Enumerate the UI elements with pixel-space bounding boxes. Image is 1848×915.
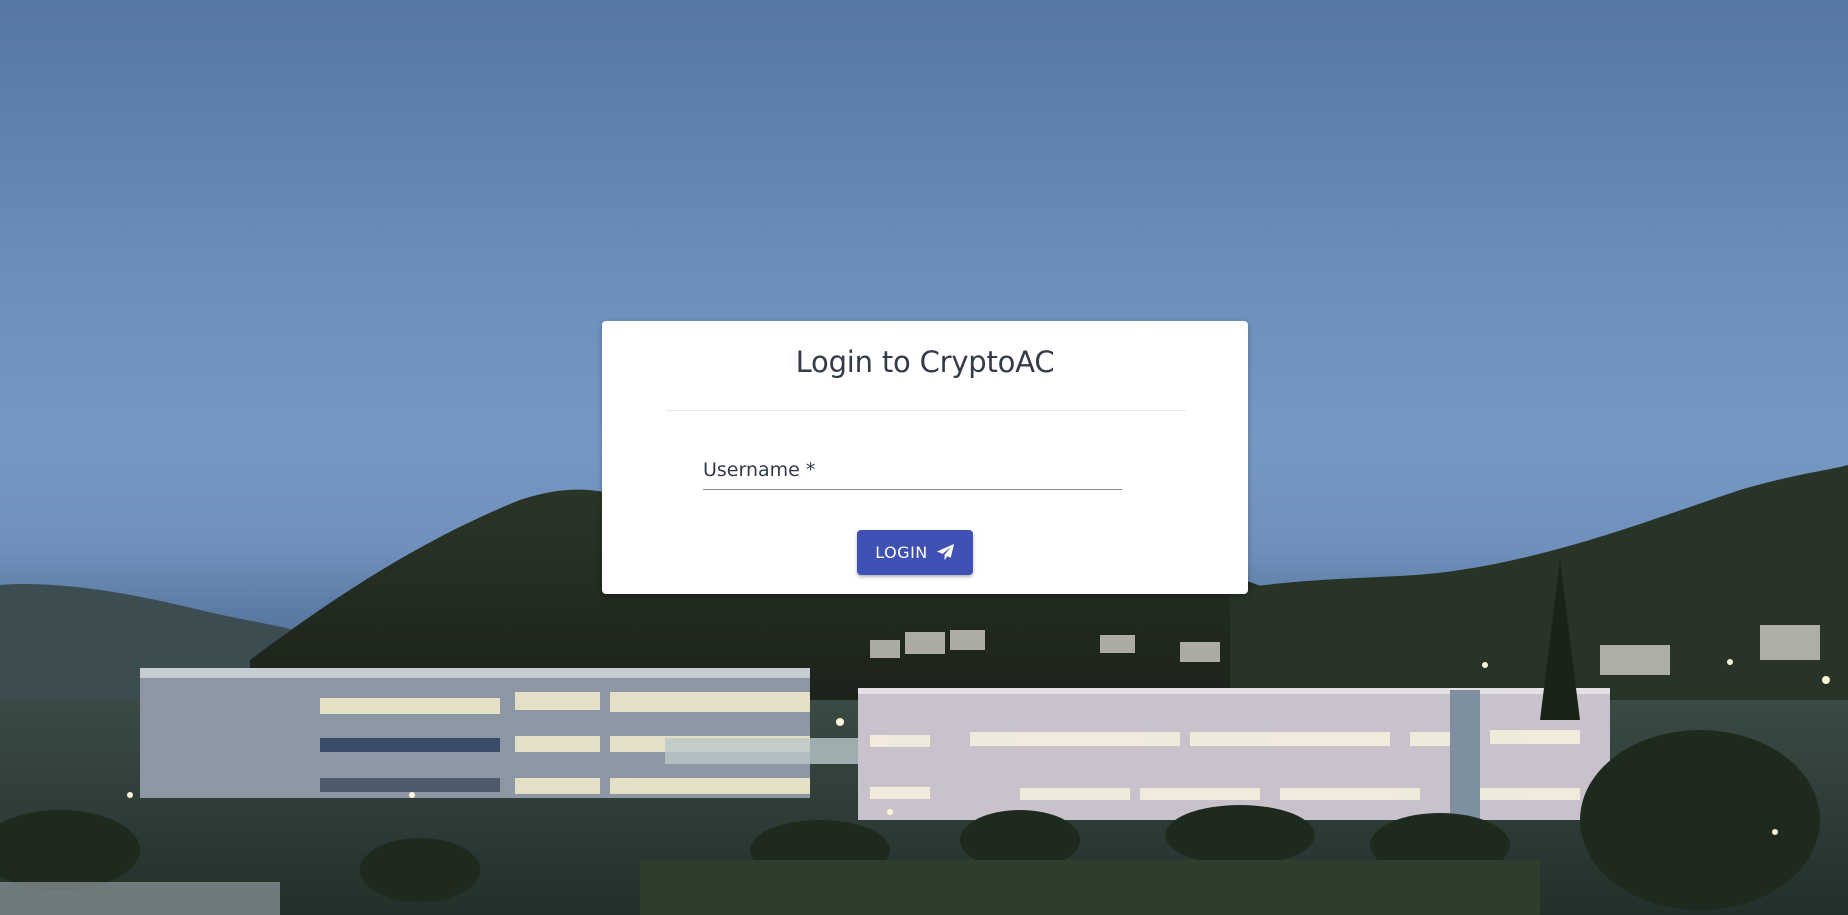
building-right — [858, 690, 1610, 820]
paper-plane-icon — [936, 543, 955, 562]
glass-bridge — [665, 738, 865, 764]
login-title: Login to CryptoAC — [795, 345, 1055, 379]
login-button[interactable]: LOGIN — [857, 530, 973, 575]
username-input[interactable] — [703, 451, 1122, 489]
title-divider — [666, 410, 1186, 411]
login-page: Login to CryptoAC LOGIN — [0, 0, 1848, 915]
login-button-label: LOGIN — [875, 543, 928, 562]
username-field[interactable] — [703, 451, 1122, 490]
login-card: Login to CryptoAC LOGIN — [602, 321, 1248, 594]
